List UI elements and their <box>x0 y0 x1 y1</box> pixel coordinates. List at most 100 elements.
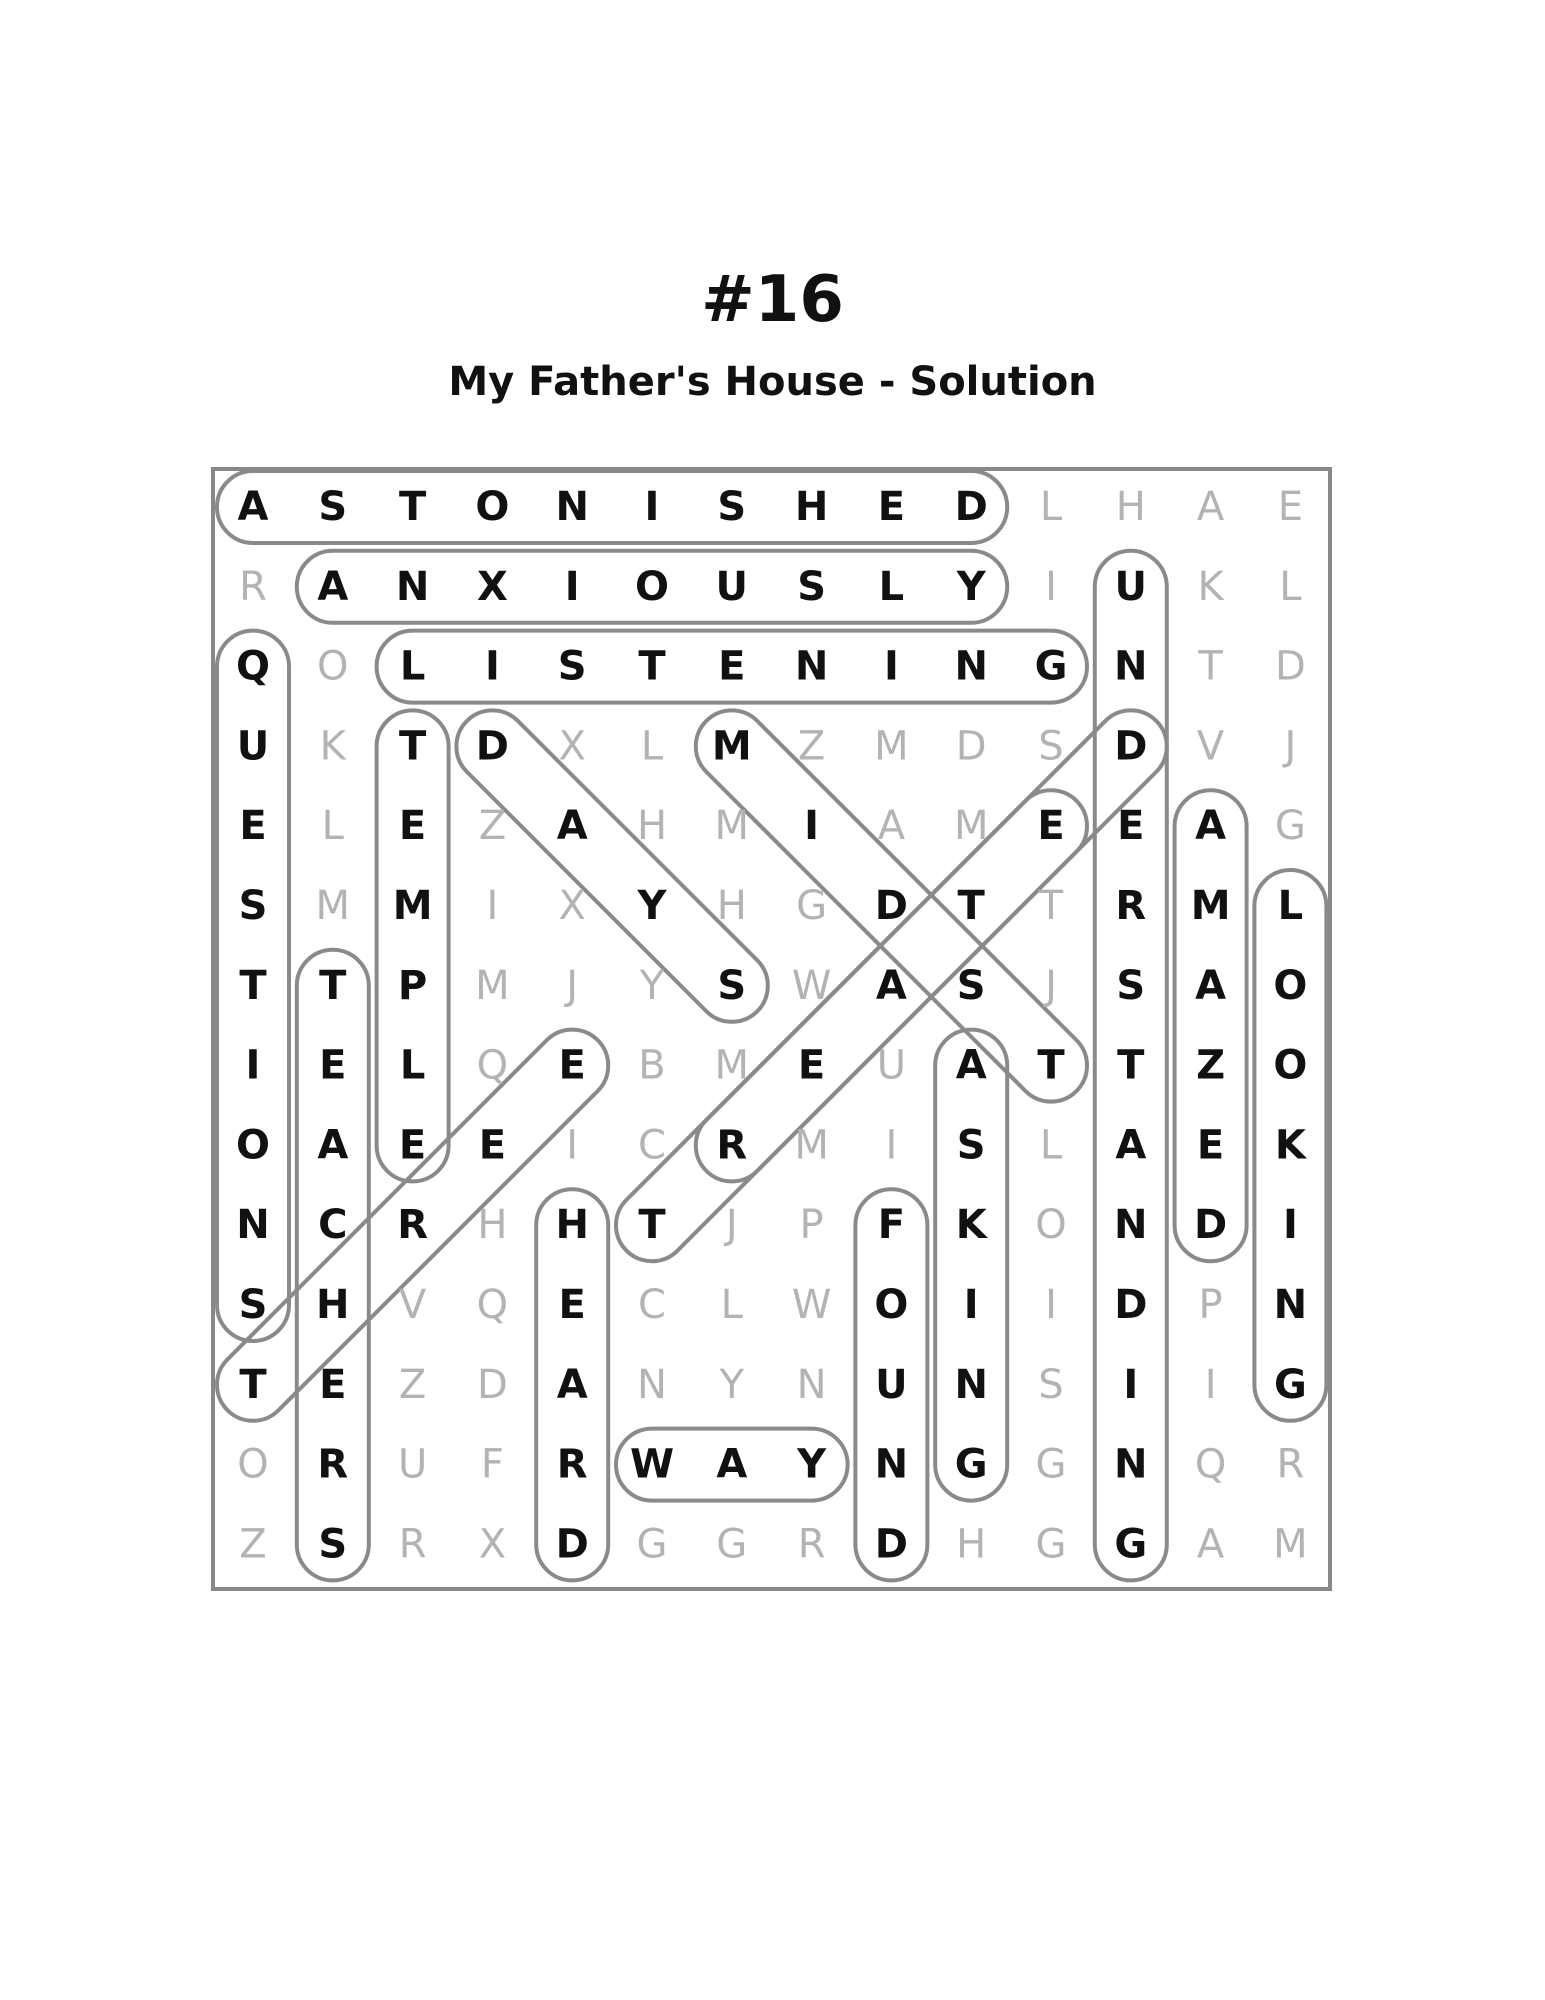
grid-cell-r7-c4: E <box>559 1043 586 1089</box>
grid-cell-r13-c3: X <box>479 1521 506 1567</box>
grid-cell-r10-c12: P <box>1199 1282 1223 1328</box>
grid-cell-r2-c9: N <box>954 644 987 690</box>
grid-cell-r9-c9: K <box>956 1202 989 1248</box>
grid-cell-r7-c8: U <box>877 1043 906 1089</box>
grid-cell-r11-c13: G <box>1274 1362 1307 1408</box>
grid-cell-r13-c2: R <box>399 1521 427 1567</box>
grid-cell-r4-c3: Z <box>479 803 506 849</box>
grid-cell-r8-c7: M <box>794 1122 829 1168</box>
grid-cell-r13-c8: D <box>875 1521 908 1567</box>
grid-cell-r13-c6: G <box>716 1521 747 1567</box>
grid-cell-r0-c2: T <box>399 484 427 530</box>
grid-cell-r4-c0: E <box>239 803 266 849</box>
word-oval-amazed <box>1172 788 1249 1264</box>
grid-cell-r4-c6: M <box>715 803 750 849</box>
grid-cell-r0-c8: E <box>878 484 905 530</box>
grid-cell-r3-c13: J <box>1282 723 1297 769</box>
grid-cell-r1-c13: L <box>1279 564 1302 610</box>
grid-cell-r3-c6: M <box>712 723 752 769</box>
grid-cell-r1-c4: I <box>565 564 580 610</box>
grid-cell-r11-c4: A <box>557 1362 588 1408</box>
grid-cell-r3-c1: K <box>320 723 348 769</box>
grid-cell-r5-c12: M <box>1191 883 1231 929</box>
grid-cell-r12-c3: F <box>481 1442 504 1488</box>
grid-cell-r1-c3: X <box>477 564 508 610</box>
grid-cell-r10-c5: C <box>638 1282 666 1328</box>
grid-cell-r2-c2: L <box>400 644 426 690</box>
grid-cell-r3-c2: T <box>399 723 427 769</box>
grid-cell-r12-c4: R <box>557 1442 588 1488</box>
grid-cell-r13-c4: D <box>556 1521 589 1567</box>
grid-cell-r10-c3: Q <box>477 1282 508 1328</box>
grid-cell-r4-c4: A <box>557 803 588 849</box>
grid-cell-r10-c4: E <box>559 1282 586 1328</box>
grid-cell-r4-c11: E <box>1117 803 1144 849</box>
grid-cell-r5-c10: T <box>1038 883 1064 929</box>
grid-cell-r8-c9: S <box>957 1122 986 1168</box>
grid-cell-r10-c0: S <box>239 1282 268 1328</box>
grid-cell-r4-c12: A <box>1195 803 1226 849</box>
grid-cell-r8-c5: C <box>638 1122 666 1168</box>
grid-cell-r2-c13: D <box>1275 644 1306 690</box>
grid-cell-r12-c11: N <box>1114 1442 1147 1488</box>
grid-cell-r12-c10: G <box>1036 1442 1067 1488</box>
grid-cell-r0-c1: S <box>318 484 347 530</box>
grid-cell-r11-c12: I <box>1205 1362 1217 1408</box>
grid-cell-r13-c5: G <box>637 1521 668 1567</box>
grid-cell-r7-c6: M <box>715 1043 750 1089</box>
grid-cell-r1-c9: Y <box>956 564 987 610</box>
grid-cell-r9-c13: I <box>1283 1202 1298 1248</box>
grid-cell-r4-c10: E <box>1037 803 1064 849</box>
grid-cell-r13-c10: G <box>1036 1521 1067 1567</box>
grid-cell-r5-c6: H <box>717 883 747 929</box>
grid-cell-r2-c11: N <box>1114 644 1147 690</box>
grid-cell-r2-c4: S <box>558 644 587 690</box>
grid-cell-r3-c11: D <box>1114 723 1147 769</box>
grid-cell-r7-c0: I <box>246 1043 261 1089</box>
grid-cell-r3-c10: S <box>1038 723 1063 769</box>
grid-cell-r12-c6: A <box>716 1442 747 1488</box>
grid-cell-r5-c0: S <box>239 883 268 929</box>
grid-cell-r12-c0: O <box>237 1442 268 1488</box>
grid-cell-r4-c9: M <box>954 803 989 849</box>
grid-cell-r4-c1: L <box>322 803 345 849</box>
grid-cell-r13-c12: A <box>1197 1521 1225 1567</box>
grid-cell-r7-c3: Q <box>477 1043 508 1089</box>
grid-cell-r11-c6: Y <box>719 1362 745 1408</box>
word-search-grid: A S T O N I S H E D L H A ER A N X I O U S L Y I U K LQ O L I S T E N I N G N… <box>211 467 1332 1591</box>
grid-cell-r6-c7: W <box>792 963 832 1009</box>
grid-cell-r8-c3: E <box>479 1122 506 1168</box>
grid-cell-r11-c5: N <box>637 1362 667 1408</box>
grid-cell-r5-c2: M <box>393 883 433 929</box>
grid-cell-r9-c12: D <box>1194 1202 1227 1248</box>
grid-cell-r8-c6: R <box>716 1122 747 1168</box>
grid-cell-r13-c11: G <box>1114 1521 1147 1567</box>
grid-cell-r2-c1: O <box>317 644 348 690</box>
grid-cell-r11-c3: D <box>477 1362 508 1408</box>
grid-cell-r6-c10: J <box>1042 963 1057 1009</box>
grid-cell-r7-c5: B <box>638 1043 665 1089</box>
grid-cell-r0-c7: H <box>795 484 828 530</box>
grid-cell-r10-c11: D <box>1114 1282 1147 1328</box>
grid-cell-r12-c2: U <box>398 1442 427 1488</box>
grid-cell-r2-c5: T <box>638 644 666 690</box>
grid-cell-r1-c8: L <box>879 564 905 610</box>
grid-cell-r6-c4: J <box>563 963 578 1009</box>
grid-cell-r11-c1: E <box>319 1362 346 1408</box>
grid-cell-r1-c7: S <box>797 564 826 610</box>
grid-cell-r5-c4: X <box>558 883 585 929</box>
grid-cell-r12-c7: Y <box>796 1442 827 1488</box>
grid-cell-r9-c1: C <box>318 1202 347 1248</box>
grid-cell-r9-c10: O <box>1035 1202 1066 1248</box>
grid-cell-r3-c7: Z <box>798 723 825 769</box>
grid-cell-r1-c6: U <box>716 564 748 610</box>
grid-cell-r12-c8: N <box>875 1442 908 1488</box>
grid-cell-r11-c2: Z <box>399 1362 426 1408</box>
grid-cell-r8-c2: E <box>399 1122 426 1168</box>
grid-cell-r11-c8: U <box>875 1362 907 1408</box>
grid-cell-r5-c7: G <box>796 883 827 929</box>
grid-cell-r2-c6: E <box>718 644 745 690</box>
grid-cell-r8-c13: K <box>1275 1122 1308 1168</box>
grid-cell-r6-c5: Y <box>639 963 665 1009</box>
grid-cell-r1-c10: I <box>1045 564 1057 610</box>
